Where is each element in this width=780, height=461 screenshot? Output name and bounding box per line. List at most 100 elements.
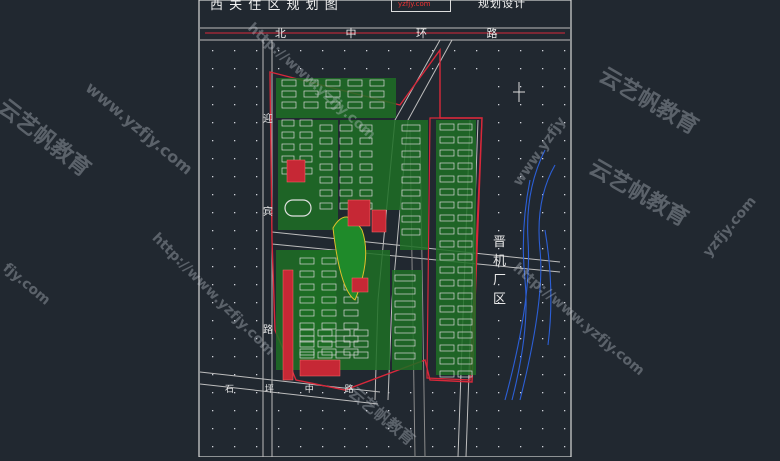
grid-dot [520,284,522,286]
grid-dot [256,428,258,430]
grid-dot [498,230,500,232]
title-tag: yzfjy.com [398,0,431,8]
grid-dot [498,104,500,106]
green-area [400,120,428,250]
grid-dot [498,176,500,178]
grid-dot [410,50,412,52]
district-char-3: 厂 [493,273,506,288]
center-building-a [347,199,371,227]
grid-dot [520,230,522,232]
grid-dot [234,338,236,340]
grid-dot [432,50,434,52]
grid-dot [542,248,544,250]
grid-dot [542,320,544,322]
grid-dot [278,68,280,70]
grid-dot [498,50,500,52]
grid-dot [212,176,214,178]
title-tag-box: yzfjy.com [391,0,451,12]
cad-viewport[interactable]: 北 中 环 路 迎 宾 路 石 坪 中 路 晋 机 厂 区 西 关 住 区 规 … [0,0,780,458]
grid-dot [212,428,214,430]
grid-dot [256,158,258,160]
grid-dot [542,356,544,358]
grid-dot [520,68,522,70]
grid-dot [542,176,544,178]
grid-dot [234,248,236,250]
title-right: 规划设计 [478,0,526,10]
grid-dot [454,410,456,412]
grid-dot [212,140,214,142]
grid-dot [564,140,566,142]
grid-dot [564,158,566,160]
grid-dot [256,86,258,88]
grid-dot [256,248,258,250]
grid-dot [278,428,280,430]
grid-dot [366,446,368,448]
grid-dot [234,284,236,286]
grid-dot [388,68,390,70]
grid-dot [410,410,412,412]
grid-dot [344,68,346,70]
grid-dot [520,104,522,106]
grid-dot [344,428,346,430]
grid-dot [212,320,214,322]
grid-dot [322,50,324,52]
grid-dot [212,410,214,412]
grid-dot [366,68,368,70]
north-arrow-icon [513,82,525,102]
north-road-label: 北 中 环 路 [275,27,526,40]
grid-dot [256,212,258,214]
grid-dot [498,68,500,70]
grid-dot [344,50,346,52]
grid-dot [256,140,258,142]
grid-dot [520,410,522,412]
grid-dot [520,50,522,52]
grid-dot [520,212,522,214]
grid-dot [498,374,500,376]
grid-dot [432,446,434,448]
grid-dot [564,446,566,448]
grid-dot [498,338,500,340]
grid-dot [454,428,456,430]
grid-dot [234,446,236,448]
grid-dot [322,410,324,412]
grid-dot [234,68,236,70]
grid-dot [454,50,456,52]
grid-dot [234,410,236,412]
grid-dot [498,428,500,430]
grid-dot [564,266,566,268]
grid-dot [234,356,236,358]
grid-dot [520,446,522,448]
grid-dot [256,374,258,376]
grid-dot [542,338,544,340]
drawing-title: 西 关 住 区 规 划 图 [210,0,339,13]
grid-dot [498,122,500,124]
grid-dot [256,410,258,412]
grid-dot [212,338,214,340]
grid-dot [564,230,566,232]
grid-dot [432,410,434,412]
grid-dot [520,338,522,340]
grid-dot [410,446,412,448]
grid-dot [234,428,236,430]
grid-dot [476,410,478,412]
grid-dot [256,320,258,322]
grid-dot [564,212,566,214]
grid-dot [234,140,236,142]
grid-dot [498,446,500,448]
southwest-road-label: 石 坪 中 路 [225,383,368,395]
grid-dot [212,248,214,250]
grid-dot [256,446,258,448]
grid-dot [520,428,522,430]
grid-dot [322,68,324,70]
grid-dot [234,194,236,196]
grid-dot [300,50,302,52]
west-road-char-2: 宾 [263,205,273,218]
grid-dot [498,212,500,214]
grid-dot [234,230,236,232]
district-char-4: 区 [493,292,506,307]
grid-dot [498,194,500,196]
grid-dot [564,86,566,88]
district-char-1: 晋 [493,235,506,250]
grid-dot [498,86,500,88]
grid-dot [564,284,566,286]
